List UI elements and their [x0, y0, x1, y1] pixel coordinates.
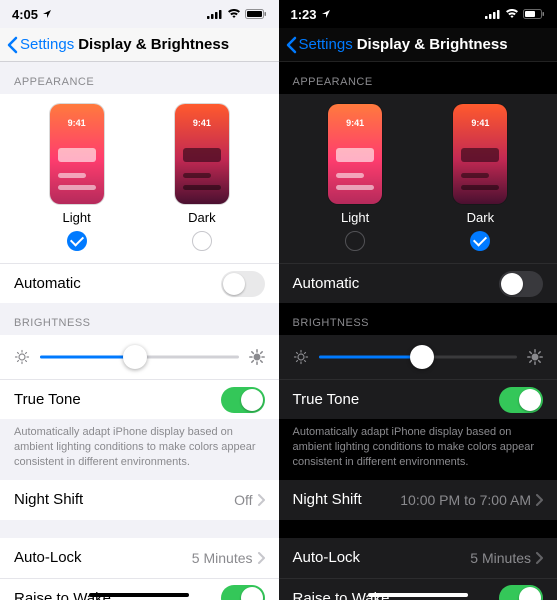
content: APPEARANCE 9:41 Light 9:41 Dark Autom [0, 62, 279, 600]
auto-lock-label: Auto-Lock [293, 549, 471, 566]
location-icon [42, 9, 52, 19]
status-time: 4:05 [12, 7, 38, 22]
wifi-icon [505, 9, 519, 19]
appearance-header: APPEARANCE [279, 62, 557, 94]
radio-icon [345, 231, 365, 251]
chevron-left-icon [285, 36, 297, 54]
true-tone-label: True Tone [14, 391, 221, 408]
page-title: Display & Brightness [353, 36, 551, 53]
appearance-header: APPEARANCE [0, 62, 279, 94]
automatic-toggle[interactable] [499, 271, 543, 297]
true-tone-note: Automatically adapt iPhone display based… [279, 419, 557, 480]
phone-dark: 1:23 Settings Display & Brightness APPEA… [279, 0, 557, 600]
phone-light: 4:05 Settings Display & Brightness APPEA… [0, 0, 279, 600]
appearance-picker: 9:41 Light 9:41 Dark [279, 94, 557, 263]
auto-lock-row[interactable]: Auto-Lock 5 Minutes [279, 538, 557, 578]
chevron-right-icon [535, 494, 543, 506]
night-shift-label: Night Shift [293, 491, 401, 508]
automatic-row: Automatic [279, 263, 557, 303]
appearance-preview-light: 9:41 [50, 104, 104, 204]
raise-to-wake-toggle[interactable] [499, 585, 543, 600]
home-indicator [89, 593, 189, 597]
true-tone-label: True Tone [293, 391, 500, 408]
appearance-preview-dark: 9:41 [453, 104, 507, 204]
auto-lock-label: Auto-Lock [14, 549, 192, 566]
brightness-slider[interactable] [319, 345, 518, 369]
status-time: 1:23 [291, 7, 317, 22]
preview-time: 9:41 [328, 118, 382, 128]
appearance-option-label: Dark [467, 210, 494, 225]
back-label: Settings [299, 36, 353, 53]
appearance-option-dark[interactable]: 9:41 Dark [175, 104, 229, 251]
automatic-toggle[interactable] [221, 271, 265, 297]
brightness-row [0, 335, 279, 379]
status-bar: 1:23 [279, 0, 557, 28]
auto-lock-value: 5 Minutes [470, 550, 531, 566]
true-tone-toggle[interactable] [499, 387, 543, 413]
night-shift-row[interactable]: Night Shift 10:00 PM to 7:00 AM [279, 480, 557, 520]
true-tone-note: Automatically adapt iPhone display based… [0, 419, 279, 480]
appearance-option-label: Dark [188, 210, 215, 225]
chevron-left-icon [6, 36, 18, 54]
location-icon [321, 9, 331, 19]
status-bar: 4:05 [0, 0, 279, 28]
preview-time: 9:41 [50, 118, 104, 128]
sun-max-icon [527, 349, 543, 365]
night-shift-label: Night Shift [14, 491, 234, 508]
night-shift-value: 10:00 PM to 7:00 AM [400, 492, 531, 508]
raise-to-wake-toggle[interactable] [221, 585, 265, 600]
automatic-label: Automatic [14, 275, 221, 292]
true-tone-row: True Tone [0, 379, 279, 419]
appearance-picker: 9:41 Light 9:41 Dark [0, 94, 279, 263]
automatic-label: Automatic [293, 275, 500, 292]
night-shift-row[interactable]: Night Shift Off [0, 480, 279, 520]
back-button[interactable]: Settings [285, 36, 353, 54]
appearance-option-light[interactable]: 9:41 Light [328, 104, 382, 251]
battery-icon [523, 9, 545, 19]
cell-signal-icon [485, 9, 501, 19]
back-label: Settings [20, 36, 74, 53]
page-title: Display & Brightness [74, 36, 272, 53]
night-shift-value: Off [234, 492, 252, 508]
brightness-header: BRIGHTNESS [279, 303, 557, 335]
sun-min-icon [293, 349, 309, 365]
radio-icon [67, 231, 87, 251]
true-tone-row: True Tone [279, 379, 557, 419]
appearance-option-light[interactable]: 9:41 Light [50, 104, 104, 251]
chevron-right-icon [535, 552, 543, 564]
battery-icon [245, 9, 267, 19]
chevron-right-icon [257, 552, 265, 564]
appearance-option-label: Light [341, 210, 369, 225]
auto-lock-value: 5 Minutes [192, 550, 253, 566]
appearance-preview-light: 9:41 [328, 104, 382, 204]
sun-min-icon [14, 349, 30, 365]
brightness-slider[interactable] [40, 345, 239, 369]
preview-time: 9:41 [453, 118, 507, 128]
sun-max-icon [249, 349, 265, 365]
content: APPEARANCE 9:41 Light 9:41 Dark Autom [279, 62, 557, 600]
appearance-option-label: Light [63, 210, 91, 225]
nav-bar: Settings Display & Brightness [0, 28, 279, 62]
auto-lock-row[interactable]: Auto-Lock 5 Minutes [0, 538, 279, 578]
true-tone-toggle[interactable] [221, 387, 265, 413]
automatic-row: Automatic [0, 263, 279, 303]
back-button[interactable]: Settings [6, 36, 74, 54]
chevron-right-icon [257, 494, 265, 506]
preview-time: 9:41 [175, 118, 229, 128]
radio-icon [192, 231, 212, 251]
radio-icon [470, 231, 490, 251]
wifi-icon [227, 9, 241, 19]
appearance-preview-dark: 9:41 [175, 104, 229, 204]
brightness-header: BRIGHTNESS [0, 303, 279, 335]
brightness-row [279, 335, 557, 379]
cell-signal-icon [207, 9, 223, 19]
appearance-option-dark[interactable]: 9:41 Dark [453, 104, 507, 251]
home-indicator [368, 593, 468, 597]
nav-bar: Settings Display & Brightness [279, 28, 557, 62]
